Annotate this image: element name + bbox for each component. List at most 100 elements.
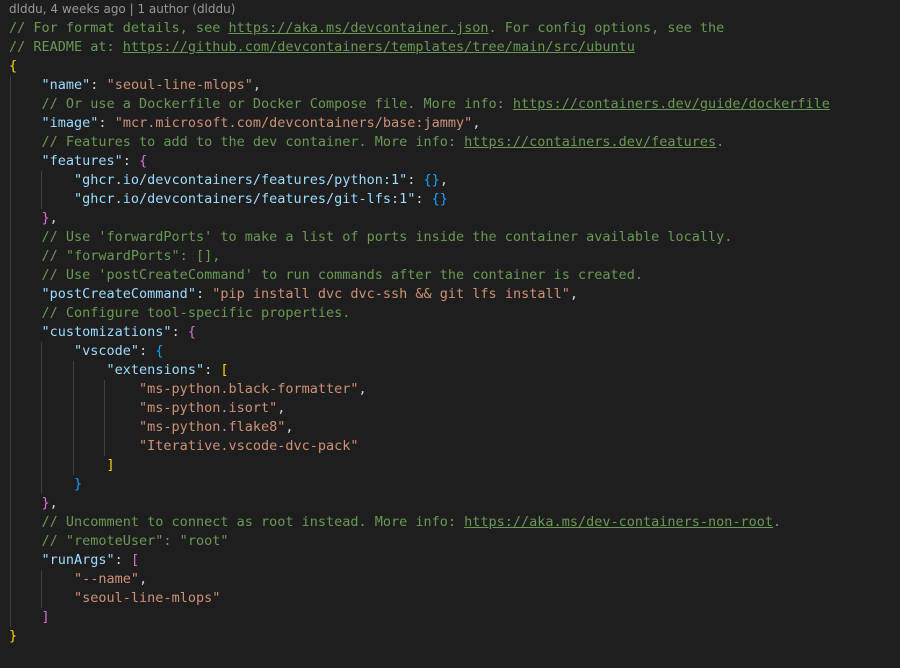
key-token: "runArgs" — [41, 552, 115, 568]
key-token: "features" — [41, 153, 123, 169]
key-token: "vscode" — [74, 343, 140, 359]
code-line[interactable]: "name": "seoul-line-mlops", — [0, 76, 900, 95]
indent-guide — [10, 76, 11, 95]
code-line[interactable]: // Or use a Dockerfile or Docker Compose… — [0, 95, 900, 114]
code-line[interactable]: "extensions": [ — [0, 361, 900, 380]
indent-guide — [10, 380, 11, 399]
indent-guide — [104, 380, 106, 399]
code-line[interactable]: // Use 'postCreateCommand' to run comman… — [0, 266, 900, 285]
code-line[interactable]: "--name", — [0, 570, 900, 589]
link-token[interactable]: https://aka.ms/dev-containers-non-root — [464, 514, 773, 530]
link-token[interactable]: https://containers.dev/guide/dockerfile — [513, 96, 830, 112]
comment-token: // Use 'forwardPorts' to make a list of … — [41, 229, 733, 245]
string-token: "ms-python.black-formatter" — [139, 381, 359, 397]
code-line[interactable]: // Features to add to the dev container.… — [0, 133, 900, 152]
code-line[interactable]: "Iterative.vscode-dvc-pack" — [0, 437, 900, 456]
code-line[interactable]: // Use 'forwardPorts' to make a list of … — [0, 228, 900, 247]
code-line[interactable]: "ghcr.io/devcontainers/features/git-lfs:… — [0, 190, 900, 209]
code-line[interactable]: "postCreateCommand": "pip install dvc dv… — [0, 285, 900, 304]
comment-token: // README at: — [9, 39, 123, 55]
indent-guide — [41, 475, 43, 494]
code-line[interactable]: // "forwardPorts": [], — [0, 247, 900, 266]
comment-token: // "remoteUser": "root" — [41, 533, 229, 549]
code-line[interactable]: "ms-python.black-formatter", — [0, 380, 900, 399]
indent-guide — [10, 266, 11, 285]
code-line[interactable]: // For format details, see https://aka.m… — [0, 19, 900, 38]
indent-guide — [41, 361, 43, 380]
punctuation-token: : — [114, 552, 131, 568]
code-line[interactable]: "seoul-line-mlops" — [0, 589, 900, 608]
punctuation-token: : — [415, 191, 432, 207]
indent-guide — [10, 133, 11, 152]
code-editor[interactable]: dlddu, 4 weeks ago | 1 author (dlddu) //… — [0, 0, 900, 668]
indent-guide — [104, 399, 106, 418]
punctuation-token: : — [407, 172, 424, 188]
indent-guide — [10, 570, 11, 589]
code-line[interactable]: // README at: https://github.com/devcont… — [0, 38, 900, 57]
key-token: "customizations" — [41, 324, 172, 340]
code-line[interactable]: "image": "mcr.microsoft.com/devcontainer… — [0, 114, 900, 133]
code-line[interactable]: // "remoteUser": "root" — [0, 532, 900, 551]
comment-token: // Use 'postCreateCommand' to run comman… — [41, 267, 643, 283]
comment-token: // For format details, see — [9, 20, 229, 36]
code-line[interactable]: "ms-python.flake8", — [0, 418, 900, 437]
code-line[interactable]: } — [0, 475, 900, 494]
indent-guide — [10, 551, 11, 570]
code-area[interactable]: // For format details, see https://aka.m… — [0, 19, 900, 646]
comment-token: . — [716, 134, 725, 150]
string-token: "Iterative.vscode-dvc-pack" — [139, 438, 359, 454]
codelens-blame[interactable]: dlddu, 4 weeks ago | 1 author (dlddu) — [0, 0, 900, 19]
indent-guide — [72, 399, 74, 418]
punctuation-token: : — [98, 115, 115, 131]
code-line[interactable]: }, — [0, 209, 900, 228]
code-line[interactable]: "ghcr.io/devcontainers/features/python:1… — [0, 171, 900, 190]
link-token[interactable]: https://containers.dev/features — [464, 134, 716, 150]
code-line[interactable]: }, — [0, 494, 900, 513]
link-token[interactable]: https://github.com/devcontainers/templat… — [123, 39, 635, 55]
indent-guide — [104, 437, 106, 456]
punctuation-token: , — [277, 400, 286, 416]
bracket-token: [ — [220, 362, 229, 378]
code-line[interactable]: ] — [0, 456, 900, 475]
link-token[interactable]: https://aka.ms/devcontainer.json — [228, 20, 488, 36]
punctuation-token: , — [439, 172, 448, 188]
indent-guide — [10, 608, 11, 627]
string-token: "mcr.microsoft.com/devcontainers/base:ja… — [114, 115, 473, 131]
code-line[interactable]: { — [0, 57, 900, 76]
indent-guide — [10, 361, 11, 380]
code-line[interactable]: "runArgs": [ — [0, 551, 900, 570]
indent-guide — [41, 570, 43, 589]
indent-guide — [10, 304, 11, 323]
code-line[interactable]: // Uncomment to connect as root instead.… — [0, 513, 900, 532]
indent-guide — [10, 171, 11, 190]
key-token: "postCreateCommand" — [41, 286, 196, 302]
code-line[interactable]: } — [0, 627, 900, 646]
code-line[interactable]: "ms-python.isort", — [0, 399, 900, 418]
code-line[interactable]: // Configure tool-specific properties. — [0, 304, 900, 323]
punctuation-token: : — [90, 77, 107, 93]
string-token: "--name" — [74, 571, 140, 587]
comment-token: // Uncomment to connect as root instead.… — [41, 514, 465, 530]
code-line[interactable]: "features": { — [0, 152, 900, 171]
punctuation-token: , — [49, 495, 58, 511]
indent-guide — [10, 247, 11, 266]
code-line[interactable]: "customizations": { — [0, 323, 900, 342]
code-line[interactable]: ] — [0, 608, 900, 627]
comment-token: . For config options, see the — [488, 20, 725, 36]
punctuation-token: : — [139, 343, 156, 359]
code-line[interactable]: "vscode": { — [0, 342, 900, 361]
string-token: "seoul-line-mlops" — [74, 590, 221, 606]
bracket-token: { — [187, 324, 196, 340]
